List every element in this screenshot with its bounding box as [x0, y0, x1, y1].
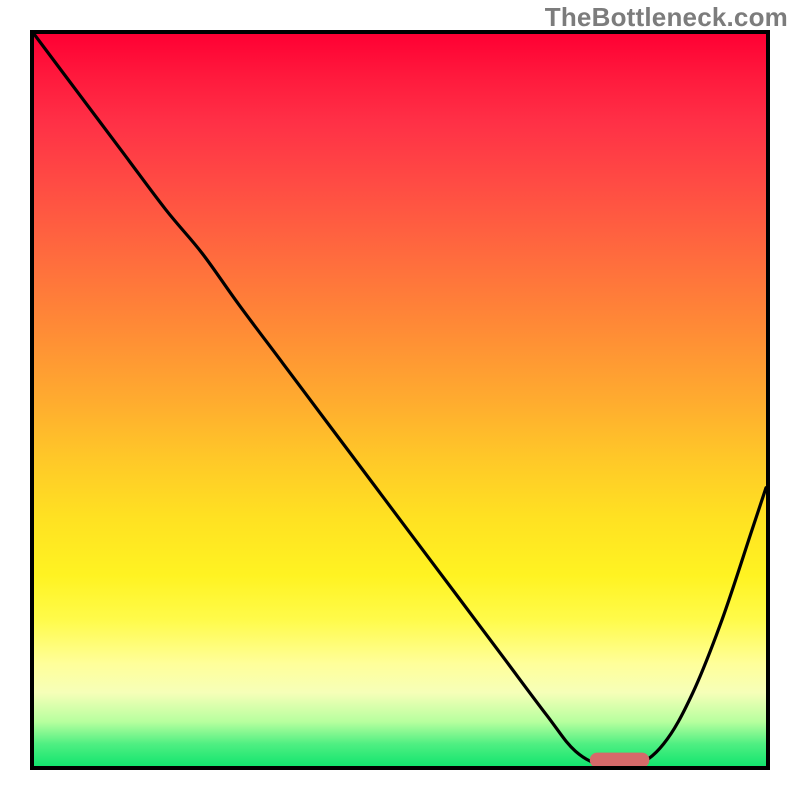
plot-area: [30, 30, 770, 770]
optimum-marker: [590, 753, 649, 767]
bottleneck-curve: [34, 34, 766, 769]
chart-svg: [34, 34, 766, 766]
chart-container: TheBottleneck.com: [0, 0, 800, 800]
watermark-text: TheBottleneck.com: [545, 2, 788, 33]
